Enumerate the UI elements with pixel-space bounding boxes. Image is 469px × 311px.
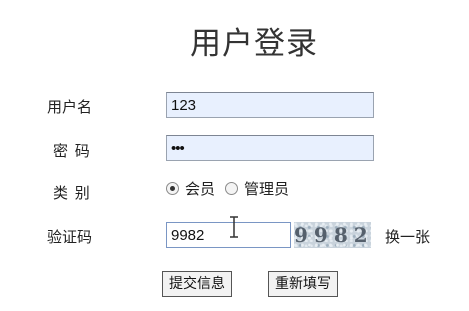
- category-label: 类 别: [53, 184, 91, 202]
- page-title: 用户登录: [190, 26, 318, 62]
- member-radio[interactable]: [166, 182, 179, 195]
- text-cursor-icon: [230, 216, 238, 238]
- password-label: 密 码: [53, 142, 91, 160]
- reset-button[interactable]: 重新填写: [268, 271, 338, 297]
- username-label: 用户名: [47, 98, 93, 116]
- admin-radio-label[interactable]: 管理员: [244, 178, 289, 199]
- captcha-image[interactable]: 9982: [294, 222, 371, 248]
- refresh-captcha-link[interactable]: 换一张: [385, 226, 430, 247]
- admin-radio[interactable]: [225, 182, 239, 195]
- submit-button[interactable]: 提交信息: [162, 271, 232, 297]
- captcha-label: 验证码: [47, 228, 93, 246]
- username-input[interactable]: [166, 92, 374, 118]
- member-radio-label[interactable]: 会员: [185, 178, 215, 199]
- category-radio-group: 会员 管理员: [166, 178, 299, 199]
- password-input[interactable]: [166, 135, 374, 161]
